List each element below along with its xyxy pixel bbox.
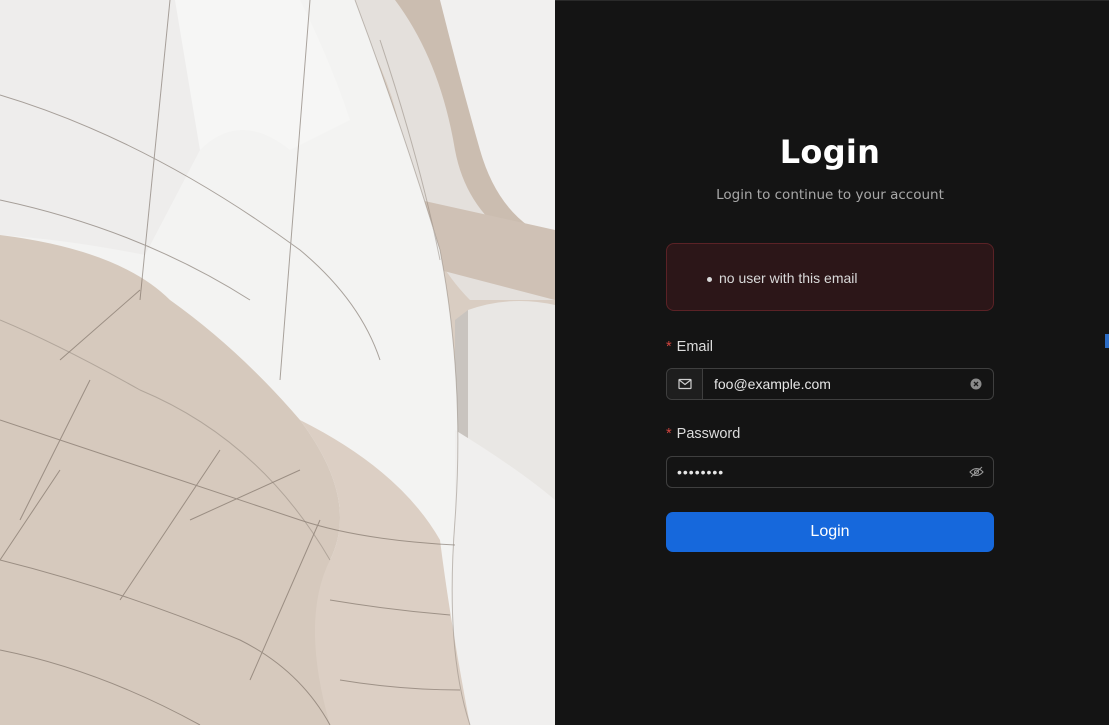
email-field[interactable]: foo@example.com (666, 368, 994, 400)
page-title: Login (779, 133, 881, 171)
password-label: * Password (666, 426, 740, 442)
page-subtitle: Login to continue to your account (716, 187, 944, 203)
email-label: * Email (666, 339, 713, 355)
clear-circle-icon[interactable] (959, 369, 993, 399)
password-label-text: Password (676, 426, 741, 442)
login-panel: Login Login to continue to your account … (555, 0, 1109, 725)
eye-invisible-icon[interactable] (959, 457, 993, 487)
mail-icon (667, 369, 703, 399)
architecture-hero-image (0, 0, 555, 725)
error-alert: no user with this email (666, 243, 994, 311)
password-input[interactable]: •••••••• (667, 464, 959, 480)
required-mark: * (666, 426, 672, 442)
password-field[interactable]: •••••••• (666, 456, 994, 488)
login-button[interactable]: Login (666, 512, 994, 552)
scroll-indicator (1105, 334, 1109, 348)
error-message: no user with this email (719, 270, 858, 286)
required-mark: * (666, 339, 672, 355)
bullet-icon (707, 277, 712, 282)
login-page: Login Login to continue to your account … (0, 0, 1109, 725)
email-input[interactable]: foo@example.com (703, 376, 959, 392)
email-label-text: Email (676, 339, 713, 355)
